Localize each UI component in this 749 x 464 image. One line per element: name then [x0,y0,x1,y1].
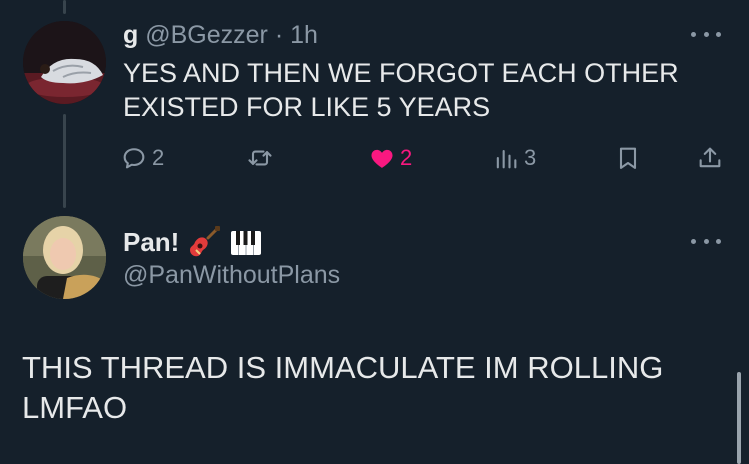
views-icon [496,149,517,169]
reply-icon [123,148,145,169]
more-icon[interactable] [691,24,721,44]
avatar[interactable] [23,216,106,299]
reply-count: 2 [152,145,165,170]
post-text-line: LMFAO [22,390,128,425]
author-handle[interactable]: @BGezzer [145,21,268,49]
author-name: Pan! [123,227,180,257]
share-icon [699,147,721,168]
like-button[interactable]: 2 [368,140,412,176]
piano-keys-emoji-icon [231,231,262,255]
post-author-name[interactable]: Pan! [123,225,263,259]
guitar-emoji-icon [190,226,221,257]
like-count: 2 [400,145,413,170]
reply-button[interactable]: 2 [120,140,164,176]
retweet-icon [248,150,272,166]
action-bar: 2 2 3 [120,140,730,176]
reply-header: g @BGezzer · 1h [123,20,318,50]
tweet-thread: g @BGezzer · 1h YES AND THEN WE FORGOT E… [0,0,749,464]
views-button[interactable]: 3 [492,140,536,176]
reply-text: YES AND THEN WE FORGOT EACH OTHER EXISTE… [123,56,723,124]
scrollbar[interactable] [737,372,741,464]
thread-connector [63,114,66,208]
timestamp[interactable]: 1h [290,21,318,49]
post-author-handle[interactable]: @PanWithoutPlans [123,260,340,290]
avatar-image [23,216,106,299]
post-text-line: THIS THREAD IS IMMACULATE IM ROLLING [22,350,664,385]
reply-text-line: EXISTED FOR LIKE 5 YEARS [123,92,491,122]
retweet-button[interactable] [246,140,278,176]
heart-icon [371,149,393,168]
views-count: 3 [524,145,537,170]
author-name[interactable]: g [123,21,138,49]
post-text: THIS THREAD IS IMMACULATE IM ROLLING LMF… [22,348,712,428]
more-icon[interactable] [691,231,721,251]
reply-text-line: YES AND THEN WE FORGOT EACH OTHER [123,58,679,88]
bookmark-icon [619,147,637,169]
avatar[interactable] [23,21,106,104]
bookmark-button[interactable] [614,140,642,176]
thread-connector-top [63,0,66,14]
separator-dot: · [274,21,284,49]
share-button[interactable] [696,140,724,176]
avatar-image [23,21,106,104]
